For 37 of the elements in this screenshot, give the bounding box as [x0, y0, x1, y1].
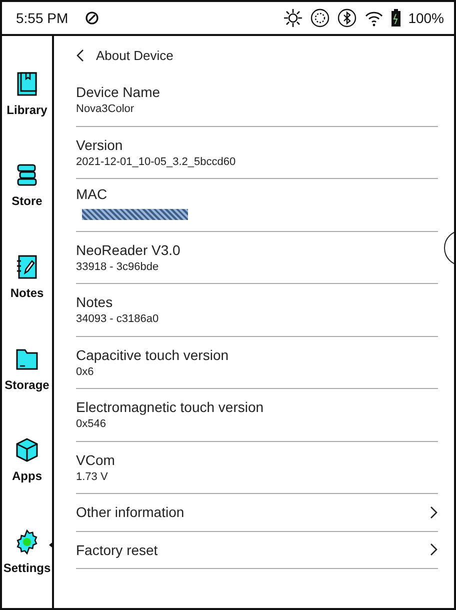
info-value: 0x6: [76, 366, 95, 378]
brightness-icon: [283, 8, 304, 28]
chevron-icon: [430, 543, 438, 556]
nav-item[interactable]: Notes: [10, 286, 44, 300]
info-label: Notes: [76, 294, 114, 310]
battery-percent: 100%: [408, 10, 444, 26]
battery-icon: [391, 9, 402, 27]
page-title: About Device: [96, 48, 174, 62]
info-value: Nova3Color: [76, 103, 136, 116]
info-label: Device Name: [76, 84, 162, 100]
info-label: MAC: [76, 186, 108, 202]
cube-icon[interactable]: [14, 437, 40, 464]
info-value: 0x546: [76, 418, 107, 430]
nav-item[interactable]: Storage: [4, 378, 50, 392]
info-label: Electromagnetic touch version: [76, 399, 265, 416]
settings-icon[interactable]: [14, 529, 40, 556]
nav-item[interactable]: Library: [6, 102, 48, 117]
info-value: 34093 - c3186a0: [76, 313, 160, 326]
refresh-mode-icon: [310, 8, 330, 28]
nav-item[interactable]: Store: [12, 194, 42, 208]
info-label: VCom: [76, 452, 116, 468]
notebook-icon[interactable]: [14, 254, 40, 280]
menu-row[interactable]: Other information: [76, 494, 438, 532]
back-icon[interactable]: [76, 48, 84, 62]
menu-row[interactable]: Factory reset: [76, 532, 438, 569]
info-value: 33918 - 3c96bde: [76, 260, 160, 273]
info-label: NeoReader V3.0: [76, 242, 182, 258]
info-label: Capacitive touch version: [76, 346, 230, 363]
info-value: 1.73 V: [76, 470, 109, 483]
nav-item[interactable]: Settings: [3, 561, 51, 576]
info-label: Version: [76, 136, 124, 153]
chevron-icon: [430, 506, 438, 519]
bluetooth-icon: [337, 8, 358, 28]
status-time: 5:55 PM: [16, 10, 68, 26]
nav-item[interactable]: Apps: [12, 469, 42, 484]
info-value: 2021-12-01_10-05_3.2_5bccd60: [76, 156, 237, 168]
wifi-icon: [364, 9, 384, 27]
